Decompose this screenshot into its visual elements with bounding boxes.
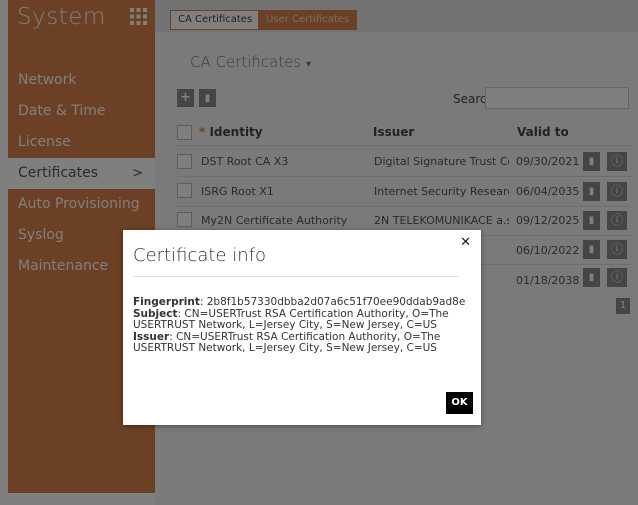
subject-line: Subject: CN=USERTrust RSA Certification …	[133, 307, 449, 331]
certificate-info-dialog: Certificate info ✕ Fingerprint: 2b8f1b57…	[123, 230, 481, 425]
close-icon[interactable]: ✕	[460, 235, 471, 250]
ok-button[interactable]: OK	[446, 392, 473, 414]
fingerprint-value: 2b8f1b57330dbba2d07a6c51f70ee90ddab9ad8e	[206, 296, 466, 308]
fingerprint-label: Fingerprint	[133, 296, 200, 308]
divider	[133, 276, 459, 277]
dialog-body: Fingerprint: 2b8f1b57330dbba2d07a6c51f70…	[133, 296, 469, 355]
issuer-line: Issuer: CN=USERTrust RSA Certification A…	[133, 330, 441, 354]
subject-value: CN=USERTrust RSA Certification Authority…	[133, 307, 449, 331]
subject-label: Subject	[133, 307, 178, 320]
dialog-title: Certificate info	[133, 245, 266, 266]
issuer-value: CN=USERTrust RSA Certification Authority…	[133, 330, 441, 354]
issuer-label: Issuer	[133, 330, 170, 343]
